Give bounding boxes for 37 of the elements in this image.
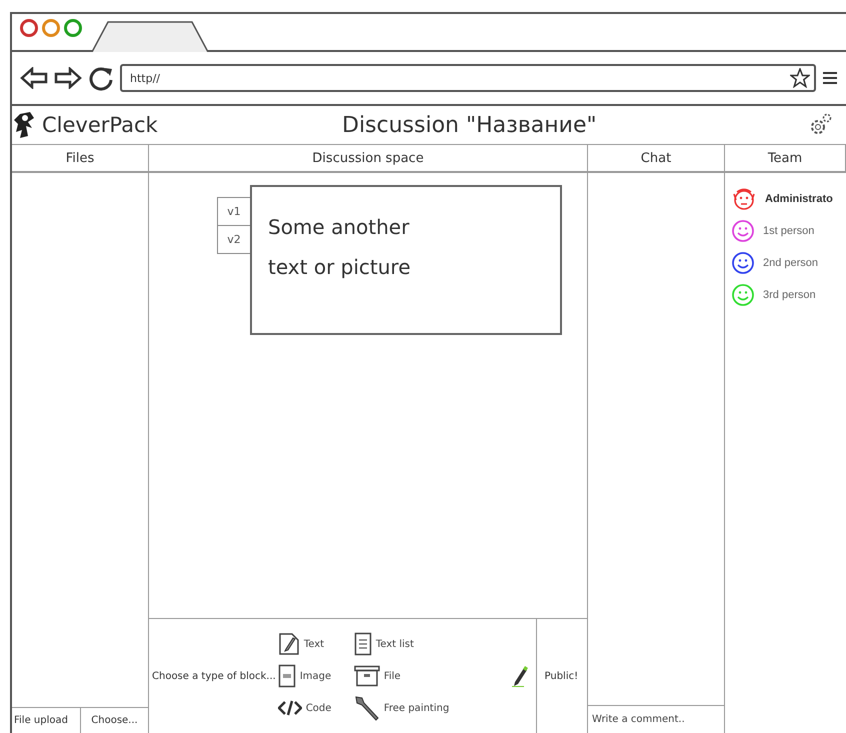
reload-icon[interactable]: [88, 65, 114, 91]
window-control-dot[interactable]: [20, 19, 38, 37]
window-control-dot[interactable]: [42, 19, 60, 37]
block-type-option[interactable]: Image: [278, 662, 354, 690]
settings-icon[interactable]: [808, 113, 832, 137]
block-type-option[interactable]: Text list: [354, 630, 474, 658]
team-member-name[interactable]: 3rd person: [763, 289, 816, 301]
back-icon[interactable]: [20, 67, 48, 89]
content-block: Some another text or picture: [250, 185, 562, 335]
team-member-name[interactable]: Administrato: [765, 193, 833, 205]
block-type-option[interactable]: Code: [278, 694, 354, 722]
image-file-icon: [278, 664, 296, 688]
block-type-prompt: Choose a type of block...: [151, 670, 276, 682]
star-icon[interactable]: [790, 68, 810, 88]
block-type-option[interactable]: Text: [278, 630, 354, 658]
block-type-option[interactable]: Free painting: [354, 694, 474, 722]
code-icon: [278, 700, 302, 716]
column-header: Chat: [588, 145, 725, 173]
team-member-name[interactable]: 2nd person: [763, 257, 818, 269]
paintbrush-icon: [354, 695, 380, 721]
version-tab[interactable]: v1: [217, 197, 250, 226]
document-pencil-icon: [278, 632, 300, 656]
menu-icon[interactable]: [822, 71, 838, 85]
version-tab[interactable]: v2: [217, 225, 250, 254]
window-control-dot[interactable]: [64, 19, 82, 37]
forward-icon[interactable]: [54, 67, 82, 89]
column-header: Discussion space: [149, 145, 588, 173]
page-title: Discussion "Название": [342, 112, 598, 138]
logo-text: CleverPack: [42, 113, 158, 137]
column-header: Team: [725, 145, 846, 173]
pencil-icon[interactable]: [512, 665, 528, 687]
archive-box-icon: [354, 665, 380, 687]
document-list-icon: [354, 632, 372, 656]
block-type-option[interactable]: File: [354, 662, 474, 690]
address-field[interactable]: http//: [120, 64, 816, 92]
column-header: Files: [12, 145, 149, 173]
team-member-name[interactable]: 1st person: [763, 225, 814, 237]
